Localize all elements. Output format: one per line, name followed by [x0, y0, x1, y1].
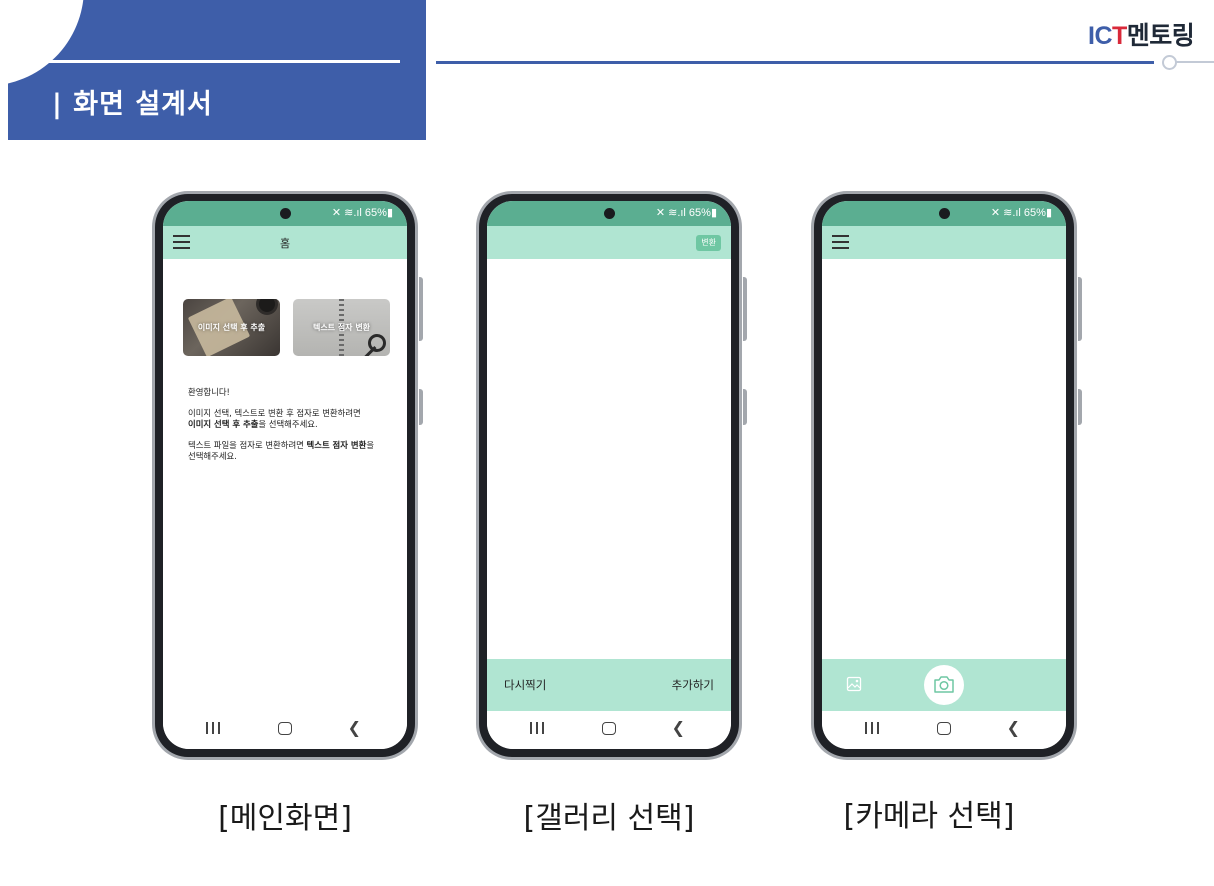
status-icons: ✕ ≋.ıl 65%▮ — [655, 207, 717, 219]
back-icon[interactable]: ❮ — [1007, 719, 1020, 737]
camera-icon — [934, 676, 954, 693]
camera-screen: ✕ ≋.ıl 65%▮ ❮ — [822, 201, 1066, 749]
app-bar: 변환 — [487, 226, 731, 259]
status-bar: ✕ ≋.ıl 65%▮ — [822, 201, 1066, 226]
add-button[interactable]: 추가하기 — [672, 677, 714, 693]
recents-icon[interactable] — [530, 722, 544, 735]
back-icon[interactable]: ❮ — [672, 719, 685, 737]
home-icon[interactable] — [278, 722, 292, 735]
coffee-cup-photo — [256, 299, 278, 315]
app-bar — [822, 226, 1066, 259]
text-braille-card[interactable]: 텍스트 점자 변환 — [293, 299, 390, 356]
welcome-line: 환영합니다! — [188, 387, 230, 397]
header-decoration-circle — [8, 0, 84, 86]
appbar-title: 홈 — [279, 237, 291, 250]
main-screen: ✕ ≋.ıl 65%▮ 홈 이미지 선택 후 추출 텍스트 점자 변환 환영합니… — [163, 201, 407, 749]
convert-button[interactable]: 변환 — [696, 235, 721, 251]
phone-body: ✕ ≋.ıl 65%▮ 변환 다시찍기 추가하기 ❮ — [479, 194, 739, 757]
home-icon[interactable] — [602, 722, 616, 735]
back-icon[interactable]: ❮ — [348, 719, 361, 737]
front-camera — [604, 208, 615, 219]
phone-main-screen: ✕ ≋.ıl 65%▮ 홈 이미지 선택 후 추출 텍스트 점자 변환 환영합니… — [152, 191, 423, 760]
front-camera — [939, 208, 950, 219]
volume-button — [1078, 277, 1082, 341]
shutter-button[interactable] — [924, 665, 964, 705]
retake-button[interactable]: 다시찍기 — [504, 677, 546, 693]
rule-end-tail — [1176, 61, 1214, 63]
phone-gallery-screen: ✕ ≋.ıl 65%▮ 변환 다시찍기 추가하기 ❮ — [476, 191, 747, 760]
ict-mentoring-logo: ICT멘토링 — [1088, 22, 1195, 50]
caption-camera: [카메라 선택] — [843, 799, 1015, 834]
status-icons: ✕ ≋.ıl 65%▮ — [990, 207, 1052, 219]
section-header-band: | 화면 설계서 — [8, 0, 426, 140]
menu-icon[interactable] — [832, 235, 849, 249]
welcome-text: 환영합니다! 이미지 선택, 텍스트로 변환 후 점자로 변환하려면 이미지 선… — [188, 387, 400, 472]
camera-action-bar — [822, 659, 1066, 711]
recents-icon[interactable] — [206, 722, 220, 735]
card-label: 이미지 선택 후 추출 — [197, 323, 266, 332]
phone-camera-screen: ✕ ≋.ıl 65%▮ ❮ — [811, 191, 1082, 760]
phone-body: ✕ ≋.ıl 65%▮ ❮ — [814, 194, 1074, 757]
status-bar: ✕ ≋.ıl 65%▮ — [487, 201, 731, 226]
caption-gallery: [갤러리 선택] — [523, 801, 695, 836]
status-icons: ✕ ≋.ıl 65%▮ — [331, 207, 393, 219]
status-bar: ✕ ≋.ıl 65%▮ — [163, 201, 407, 226]
image-extract-card[interactable]: 이미지 선택 후 추출 — [183, 299, 280, 356]
volume-button — [419, 277, 423, 341]
guide-text: 텍스트 파일을 점자로 변환하려면 텍스트 점자 변환을 선택해주세요. — [188, 440, 375, 461]
power-button — [419, 389, 423, 425]
header-divider — [8, 60, 400, 63]
header-rule — [436, 61, 1154, 64]
power-button — [743, 389, 747, 425]
gallery-screen: ✕ ≋.ıl 65%▮ 변환 다시찍기 추가하기 ❮ — [487, 201, 731, 749]
recents-icon[interactable] — [865, 722, 879, 735]
phone-body: ✕ ≋.ıl 65%▮ 홈 이미지 선택 후 추출 텍스트 점자 변환 환영합니… — [155, 194, 415, 757]
system-nav-bar: ❮ — [487, 711, 731, 749]
front-camera — [280, 208, 291, 219]
gallery-icon[interactable] — [846, 676, 862, 692]
card-label: 텍스트 점자 변환 — [312, 323, 371, 332]
section-title: | 화면 설계서 — [52, 89, 213, 120]
system-nav-bar: ❮ — [163, 711, 407, 749]
system-nav-bar: ❮ — [822, 711, 1066, 749]
home-icon[interactable] — [937, 722, 951, 735]
gallery-action-bar: 다시찍기 추가하기 — [487, 659, 731, 711]
volume-button — [743, 277, 747, 341]
caption-main: [메인화면] — [218, 801, 352, 836]
app-bar: 홈 — [163, 226, 407, 259]
rule-end-ring — [1162, 55, 1177, 70]
guide-image: 이미지 선택, 텍스트로 변환 후 점자로 변환하려면 이미지 선택 후 추출을… — [188, 408, 361, 429]
power-button — [1078, 389, 1082, 425]
